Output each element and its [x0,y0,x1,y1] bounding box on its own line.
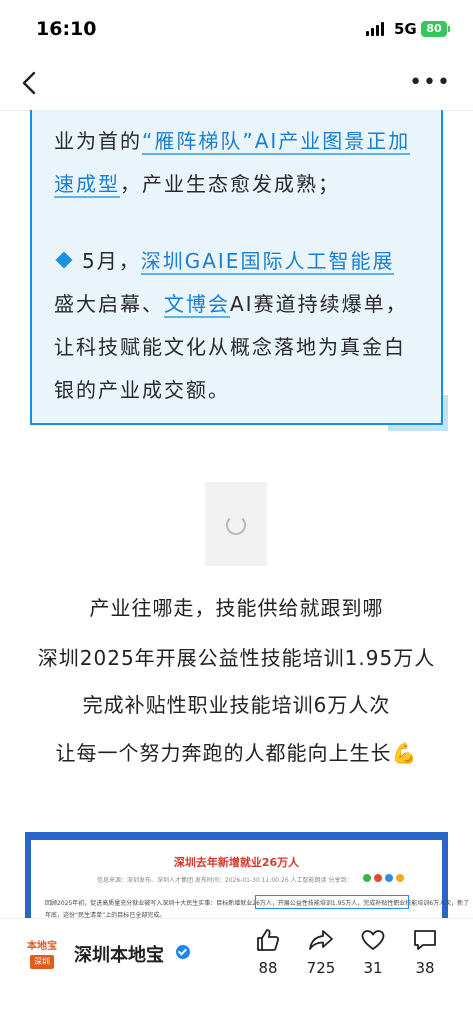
favorite-count: 31 [363,959,383,977]
article-line-2: 深圳2025年开展公益性技能培训1.95万人 [37,646,436,670]
quote-highlight: 文博会 [164,292,230,318]
diamond-bullet-icon [55,251,73,269]
logo-text: 本地宝 [27,941,57,952]
bottom-bar: 本地宝 深圳 深圳本地宝 88 725 31 38 [0,918,473,1025]
favorite-button[interactable]: 31 [353,927,393,977]
battery-icon: 80 [421,21,450,37]
share-icon [309,930,333,950]
article-line-1: 产业往哪走，技能供给就跟到哪 [89,596,384,620]
news-title: 深圳去年新增就业26万人 [173,856,300,869]
share-icons [363,874,404,882]
flexed-biceps-icon: 💪 [391,741,418,765]
image-placeholder [205,482,267,566]
news-meta: 信息来源：深圳发布、深圳人才集团 发布时间：2026-01-30 11:00:2… [97,877,353,884]
verified-icon [176,945,190,959]
quote-highlight: 深圳GAIE国际人工智能展 [140,249,395,275]
weibo-icon [374,874,382,882]
comment-icon [414,930,436,950]
quote-text: ，产业生态愈发成熟； [120,172,340,196]
quote-text: 盛大启幕、 [54,292,164,316]
thumbs-up-icon [257,929,280,951]
quote-line-3: 5月，深圳GAIE国际人工智能展 [54,240,424,283]
quote-line-4: 盛大启幕、文博会AI赛道持续爆单， [54,283,424,326]
news-highlight-box [255,895,409,909]
quote-text: 5月， [82,249,141,273]
article-line-text: 让每一个努力奔跑的人都能向上生长 [55,741,392,765]
account-name[interactable]: 深圳本地宝 [74,941,164,967]
article-line-3: 完成补贴性职业技能培训6万人次 [82,693,391,717]
share-button[interactable]: 725 [301,927,341,977]
loading-spinner-icon [226,515,246,535]
comment-count: 38 [415,959,435,977]
quote-text: AI赛道持续爆单， [230,292,408,316]
quote-highlight: 速成型 [54,172,120,198]
quote-text: 业为首的 [54,129,142,153]
quote-line-2: 速成型，产业生态愈发成熟； [54,163,424,206]
wechat-icon [363,874,371,882]
more-options-icon[interactable]: ••• [409,70,451,95]
like-count: 88 [258,959,278,977]
news-page: 深圳去年新增就业26万人 信息来源：深圳发布、深圳人才集团 发布时间：2026-… [31,840,469,922]
quote-highlight: “雁阵梯队”AI产业图景正加 [142,129,411,155]
network-label: 5G [394,20,417,38]
news-screenshot-image[interactable]: 深圳去年新增就业26万人 信息来源：深圳发布、深圳人才集团 发布时间：2026-… [25,832,469,922]
status-bar: 16:10 5G 80 [0,0,473,58]
qq-icon [385,874,393,882]
quote-box: 业为首的“雁阵梯队”AI产业图景正加 速成型，产业生态愈发成熟； 5月，深圳GA… [30,110,443,425]
heart-icon [361,930,385,950]
clock: 16:10 [36,18,97,40]
article-line-4: 让每一个努力奔跑的人都能向上生长💪 [0,737,473,766]
nav-bar: ••• [0,58,473,111]
signal-icon [366,22,384,36]
like-button[interactable]: 88 [248,927,288,977]
quote-line-5: 让科技赋能文化从概念落地为真金白 [54,335,406,359]
quote-line-1: 业为首的“雁阵梯队”AI产业图景正加 [54,120,424,163]
qzone-icon [396,874,404,882]
comment-button[interactable]: 38 [405,927,445,977]
share-count: 725 [306,959,336,977]
back-icon[interactable] [16,68,46,98]
quote-line-6: 银的产业成交额。 [54,378,230,402]
account-avatar[interactable]: 本地宝 深圳 [24,937,60,971]
logo-city: 深圳 [30,955,54,969]
